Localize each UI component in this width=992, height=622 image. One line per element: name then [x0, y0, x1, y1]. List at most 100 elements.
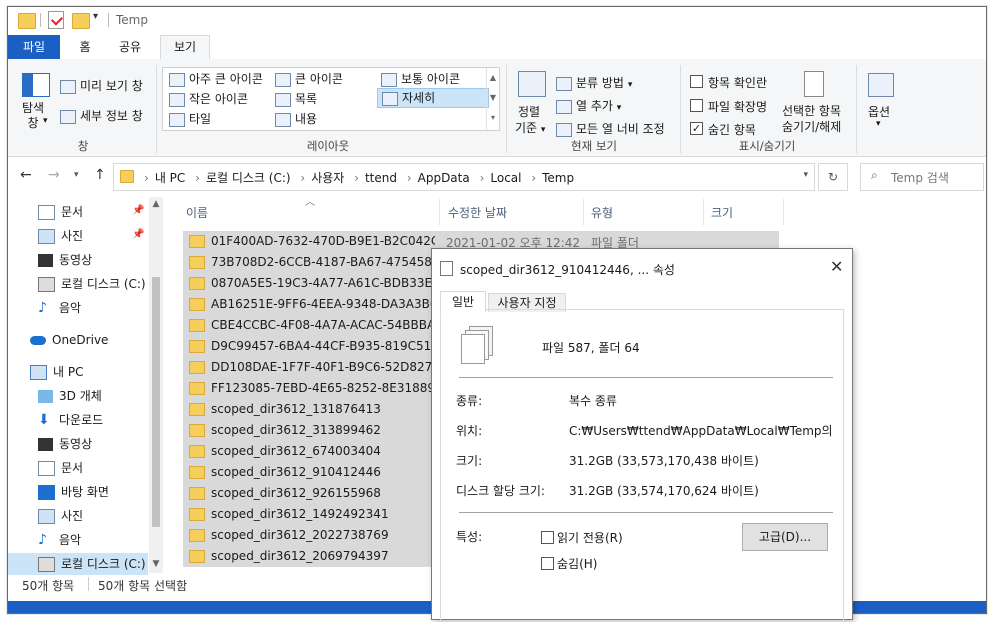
breadcrumb-users[interactable]: 사용자 [311, 171, 344, 185]
hidden-checkbox[interactable] [541, 557, 554, 570]
separator [506, 65, 507, 153]
separator [40, 13, 41, 27]
hidden-items-checkbox[interactable]: ✓ [690, 122, 703, 135]
layout-extra-large-icons[interactable]: 아주 큰 아이콘 [169, 70, 263, 87]
group-by-button[interactable]: 분류 방법 ▾ [556, 74, 632, 91]
quick-access-dropdown-icon[interactable]: ▾ [93, 11, 98, 22]
folder-icon [189, 277, 205, 290]
column-divider[interactable] [703, 199, 704, 225]
close-icon[interactable]: ✕ [830, 257, 843, 276]
folder-icon [189, 487, 205, 500]
new-folder-icon[interactable] [72, 13, 90, 29]
file-name: CBE4CCBC-4F08-4A7A-ACAC-54BBBA... [183, 315, 435, 336]
sort-by-icon[interactable] [518, 71, 546, 97]
layout-large-icons[interactable]: 큰 아이콘 [275, 70, 343, 87]
folder-icon [189, 298, 205, 311]
layout-gallery-scroll[interactable]: ▲ ▼ ▾ [486, 68, 499, 130]
group-by-icon [556, 76, 572, 91]
hide-selected-label-2[interactable]: 숨기기/해제 [782, 118, 841, 135]
file-name: scoped_dir3612_910412446 [183, 462, 435, 483]
layout-small-icons[interactable]: 작은 아이콘 [169, 90, 248, 107]
medium-icons-icon [381, 72, 397, 87]
attributes-label: 특성: [456, 530, 483, 544]
tab-view[interactable]: 보기 [160, 35, 210, 61]
column-header-size[interactable]: 크기 [711, 204, 733, 221]
sort-by-label-1[interactable]: 정렬 [518, 103, 540, 120]
column-divider[interactable] [439, 199, 440, 225]
breadcrumb-this-pc[interactable]: 내 PC [155, 171, 185, 185]
layout-content[interactable]: 내용 [275, 110, 317, 127]
file-name: scoped_dir3612_926155968 [183, 483, 435, 504]
divider [459, 377, 833, 378]
group-label-show-hide: 표시/숨기기 [738, 139, 796, 153]
breadcrumb-appdata[interactable]: AppData [418, 171, 470, 185]
item-checkboxes-checkbox[interactable] [690, 75, 703, 88]
search-input[interactable]: ⌕ Temp 검색 [860, 163, 984, 191]
tab-file[interactable]: 파일 [8, 35, 60, 59]
group-label-layout: 레이아웃 [306, 139, 350, 153]
preview-pane-icon [60, 79, 76, 94]
tab-share[interactable]: 공유 [114, 35, 146, 59]
layout-list[interactable]: 목록 [275, 90, 317, 107]
file-folder-summary: 파일 587, 폴더 64 [542, 341, 640, 355]
fit-columns-icon [556, 122, 572, 137]
column-header-date[interactable]: 수정한 날짜 [448, 204, 507, 221]
separator [108, 13, 109, 27]
ribbon-tabs: 파일 홈 공유 보기 [8, 35, 986, 61]
details-pane-button[interactable]: 세부 정보 창 [60, 107, 143, 124]
column-divider[interactable] [583, 199, 584, 225]
folder-icon [189, 361, 205, 374]
layout-details[interactable]: 자세히 [377, 88, 489, 108]
layout-tiles[interactable]: 타일 [169, 110, 211, 127]
up-arrow-icon[interactable]: ↑ [94, 167, 106, 183]
nav-pane-icon[interactable] [22, 73, 50, 97]
large-icons-icon [275, 72, 291, 87]
recent-locations-chevron-icon[interactable]: ▾ [74, 170, 79, 180]
address-bar[interactable]: › 내 PC › 로컬 디스크 (C:) › 사용자 › ttend › AppData … [113, 163, 815, 191]
breadcrumb-local-disk[interactable]: 로컬 디스크 (C:) [206, 171, 291, 185]
tab-home[interactable]: 홈 [72, 35, 98, 59]
layout-medium-icons[interactable]: 보통 아이콘 [381, 70, 460, 87]
file-name: 0870A5E5-19C3-4A77-A61C-BDB33EF... [183, 273, 435, 294]
nav-pane-button[interactable]: 탐색 창 [22, 101, 44, 131]
column-header-type[interactable]: 유형 [591, 204, 613, 221]
properties-icon[interactable] [48, 11, 64, 29]
folder-icon [189, 382, 205, 395]
preview-pane-button[interactable]: 미리 보기 창 [60, 77, 143, 94]
advanced-button[interactable]: 고급(D)... [742, 523, 828, 551]
options-button[interactable]: 옵션 [868, 103, 890, 120]
breadcrumb-temp[interactable]: Temp [542, 171, 574, 185]
column-header-name[interactable]: 이름 [186, 204, 208, 221]
hide-selected-label-1[interactable]: 선택한 항목 [782, 102, 841, 119]
back-arrow-icon[interactable]: ← [20, 167, 32, 183]
chevron-right-icon: › [144, 171, 149, 185]
options-icon[interactable] [868, 73, 894, 97]
refresh-icon[interactable]: ↻ [818, 163, 848, 191]
group-label-current-view: 현재 보기 [571, 139, 617, 153]
pin-icon[interactable]: 📌 [132, 205, 144, 216]
folder-icon [189, 340, 205, 353]
details-icon [382, 91, 398, 106]
address-dropdown-icon[interactable]: ▾ [803, 170, 808, 180]
extra-large-icons-icon [169, 72, 185, 87]
scroll-up-icon[interactable]: ▲ [149, 199, 163, 209]
add-columns-button[interactable]: 열 추가 ▾ [556, 97, 621, 114]
column-divider[interactable] [783, 199, 784, 225]
forward-arrow-icon[interactable]: → [48, 167, 60, 183]
nav-item-documents[interactable]: 문서 [38, 201, 83, 223]
sort-by-button[interactable]: 기준 ▾ [515, 119, 545, 136]
hide-selected-icon[interactable] [804, 71, 824, 97]
file-extensions-checkbox[interactable] [690, 99, 703, 112]
readonly-checkbox[interactable] [541, 531, 554, 544]
status-item-count: 50개 항목 [22, 579, 75, 593]
breadcrumb-ttend[interactable]: ttend [365, 171, 397, 185]
fit-columns-button[interactable]: 모든 열 너비 조정 [556, 120, 665, 137]
folder-icon [189, 403, 205, 416]
disk-size-label: 디스크 할당 크기: [456, 484, 545, 498]
add-columns-icon [556, 99, 572, 114]
folder-icon [189, 445, 205, 458]
tab-general[interactable]: 일반 [440, 291, 486, 313]
multiple-files-icon-layer [461, 334, 485, 364]
dialog-title: scoped_dir3612_910412446, ... 속성 [460, 263, 675, 277]
breadcrumb-local[interactable]: Local [490, 171, 521, 185]
